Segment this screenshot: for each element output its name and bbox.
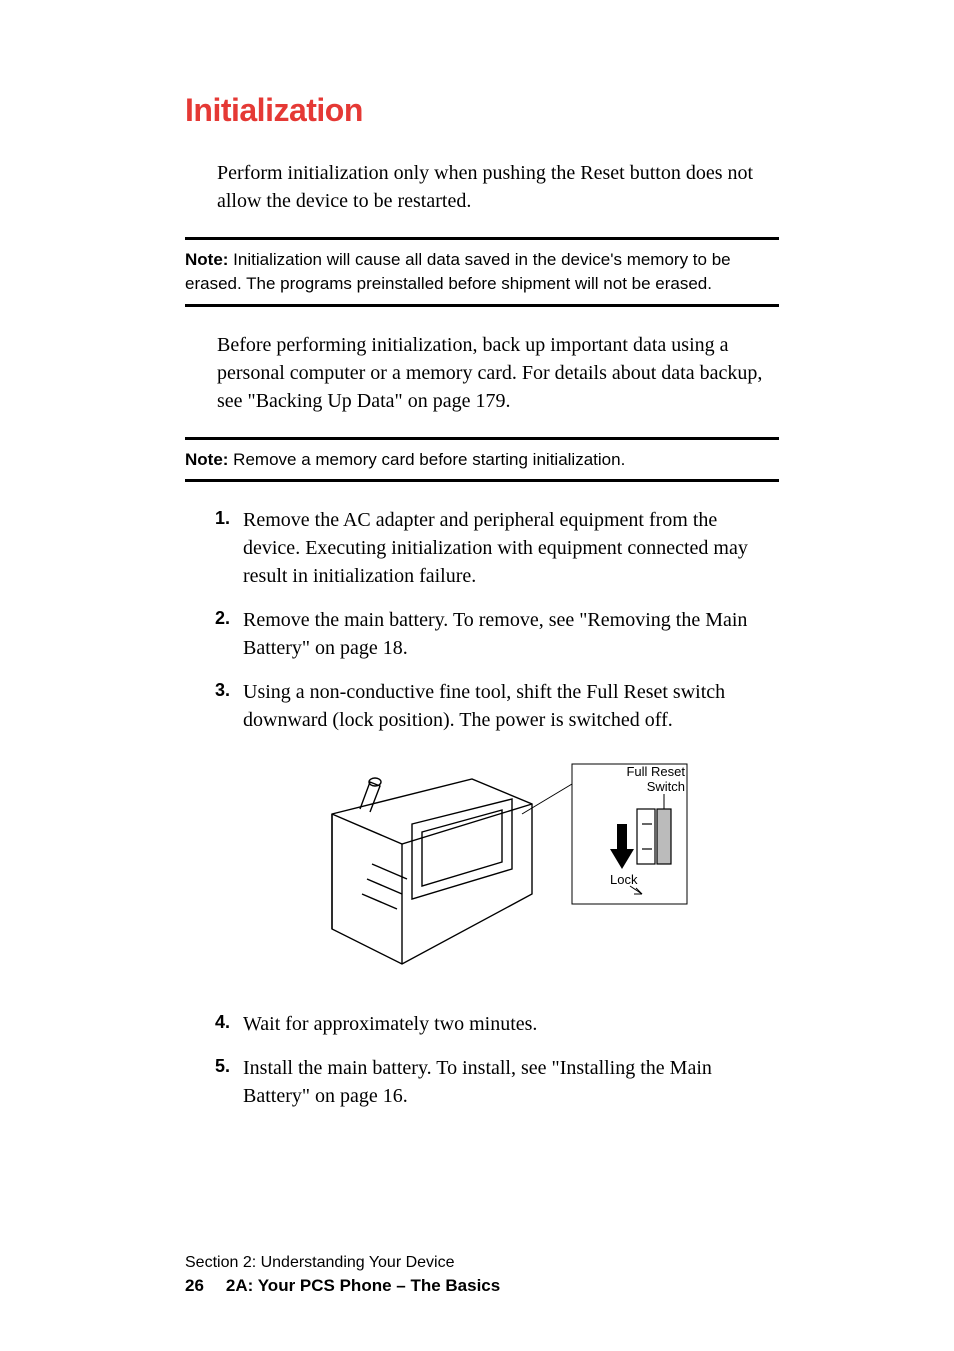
footer-chapter: 2A: Your PCS Phone – The Basics	[226, 1276, 500, 1295]
backup-paragraph: Before performing initialization, back u…	[217, 331, 779, 415]
note-label: Note:	[185, 250, 228, 269]
callout-full-reset: Full Reset	[626, 764, 685, 779]
note-block-2: Note: Remove a memory card before starti…	[185, 437, 779, 483]
page-footer: Section 2: Understanding Your Device 26 2…	[185, 1254, 500, 1296]
step-text: Install the main battery. To install, se…	[243, 1057, 712, 1107]
step-4: 4. Wait for approximately two minutes.	[215, 1010, 779, 1038]
section-title: Initialization	[185, 92, 779, 129]
note-block-1: Note: Initialization will cause all data…	[185, 237, 779, 307]
step-list-continued: 4. Wait for approximately two minutes. 5…	[215, 1010, 779, 1110]
footer-section-label: Section 2: Understanding Your Device	[185, 1254, 500, 1272]
step-number: 3.	[215, 678, 230, 703]
step-1: 1. Remove the AC adapter and peripheral …	[215, 506, 779, 590]
step-list: 1. Remove the AC adapter and peripheral …	[215, 506, 779, 734]
intro-paragraph: Perform initialization only when pushing…	[217, 159, 779, 215]
note-label: Note:	[185, 450, 228, 469]
step-text: Using a non-conductive fine tool, shift …	[243, 681, 725, 731]
step-text: Remove the AC adapter and peripheral equ…	[243, 509, 748, 587]
step-3: 3. Using a non-conductive fine tool, shi…	[215, 678, 779, 734]
step-number: 1.	[215, 506, 230, 531]
note-text: Initialization will cause all data saved…	[185, 250, 731, 293]
step-number: 2.	[215, 606, 230, 631]
step-number: 4.	[215, 1010, 230, 1035]
step-text: Wait for approximately two minutes.	[243, 1013, 537, 1035]
page: Initialization Perform initialization on…	[0, 0, 954, 1351]
label-lock: Lock	[610, 872, 638, 887]
note-text: Remove a memory card before starting ini…	[228, 450, 625, 469]
callout-switch: Switch	[647, 779, 685, 794]
device-figure: Full Reset Switch Lock	[272, 754, 692, 984]
step-number: 5.	[215, 1054, 230, 1079]
step-5: 5. Install the main battery. To install,…	[215, 1054, 779, 1110]
step-2: 2. Remove the main battery. To remove, s…	[215, 606, 779, 662]
page-number: 26	[185, 1276, 204, 1296]
step-text: Remove the main battery. To remove, see …	[243, 609, 747, 659]
